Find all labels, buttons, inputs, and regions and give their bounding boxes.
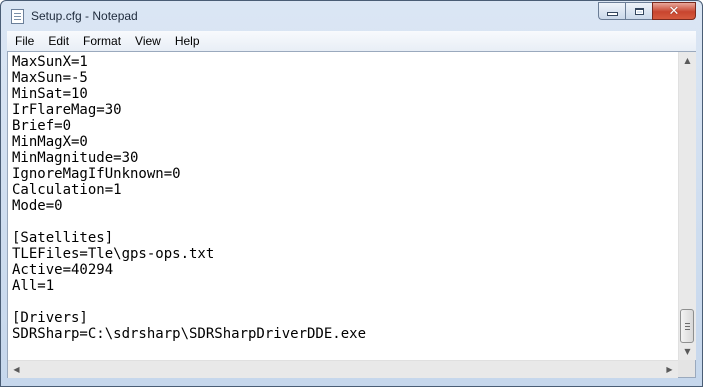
thumb-grip — [685, 326, 690, 327]
title-bar[interactable]: Setup.cfg - Notepad ✕ — [1, 1, 702, 31]
scrollbar-corner — [678, 360, 695, 377]
editor-area: MaxSunX=1 MaxSun=-5 MinSat=10 IrFlareMag… — [7, 51, 696, 378]
maximize-icon — [634, 7, 644, 15]
arrow-down-icon[interactable]: ▼ — [679, 343, 696, 360]
notepad-window: Setup.cfg - Notepad ✕ File Edit Format V… — [0, 0, 703, 387]
menu-format[interactable]: Format — [76, 31, 128, 51]
maximize-button[interactable] — [625, 2, 652, 20]
menu-help[interactable]: Help — [168, 31, 207, 51]
menu-edit[interactable]: Edit — [41, 31, 76, 51]
close-icon: ✕ — [668, 3, 680, 19]
menu-file[interactable]: File — [7, 31, 41, 51]
vertical-scroll-thumb[interactable] — [680, 309, 694, 343]
horizontal-scrollbar[interactable]: ◀ ▶ — [8, 360, 678, 378]
editor-content[interactable]: MaxSunX=1 MaxSun=-5 MinSat=10 IrFlareMag… — [8, 52, 678, 342]
menu-view[interactable]: View — [128, 31, 168, 51]
arrow-up-icon[interactable]: ▲ — [679, 52, 696, 69]
arrow-right-icon[interactable]: ▶ — [661, 361, 678, 378]
arrow-left-icon[interactable]: ◀ — [8, 361, 25, 378]
close-button[interactable]: ✕ — [652, 2, 696, 20]
minimize-icon — [606, 12, 618, 16]
notepad-icon[interactable] — [11, 9, 24, 24]
menu-bar: File Edit Format View Help — [7, 31, 696, 51]
minimize-button[interactable] — [598, 2, 625, 20]
caption-buttons: ✕ — [598, 2, 696, 22]
thumb-grip — [685, 329, 690, 330]
window-title: Setup.cfg - Notepad — [31, 9, 138, 23]
text-editor[interactable]: MaxSunX=1 MaxSun=-5 MinSat=10 IrFlareMag… — [8, 52, 678, 360]
vertical-scrollbar[interactable]: ▲ ▼ — [678, 52, 696, 360]
thumb-grip — [685, 323, 690, 324]
